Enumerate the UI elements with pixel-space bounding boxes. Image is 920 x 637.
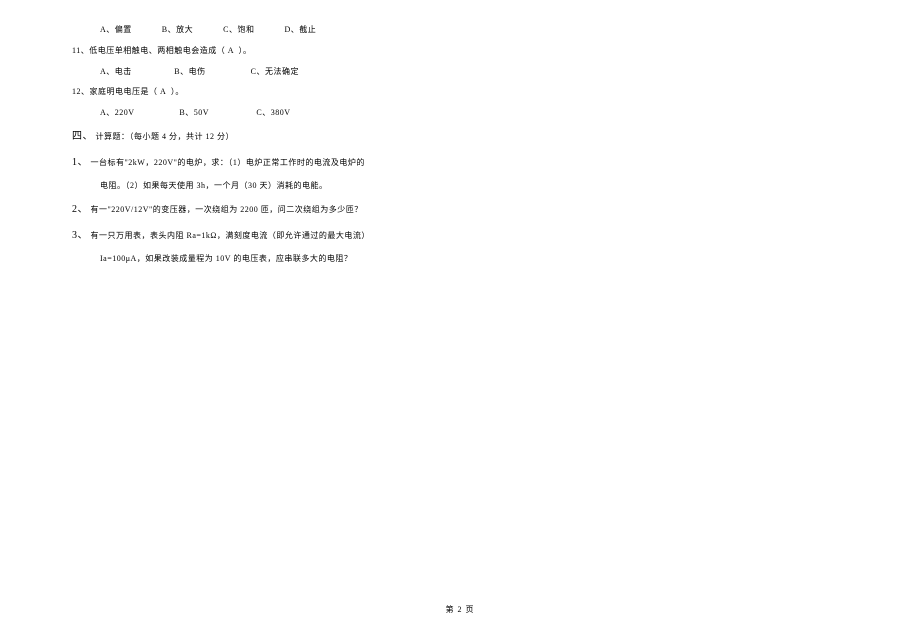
q12-text: 12、家庭明电电压是（ A ）。 [72, 82, 920, 103]
section4-label: 四、 [72, 131, 93, 142]
q1-text: 一台标有"2kW，220V"的电炉，求：（1）电炉正常工作时的电流及电炉的 [88, 158, 365, 167]
calc-q1-cont: 电阻。（2）如果每天使用 3h，一个月（30 天）消耗的电能。 [72, 176, 920, 197]
q2-num: 2、 [72, 204, 88, 215]
section4: 四、 计算题：（每小题 4 分，共计 12 分） [72, 124, 920, 150]
calc-q2: 2、 有一"220V/12V"的变压器，一次绕组为 2200 匝，问二次绕组为多… [72, 197, 920, 223]
q1-num: 1、 [72, 157, 88, 168]
section4-text: 计算题：（每小题 4 分，共计 12 分） [93, 132, 234, 141]
calc-q1: 1、 一台标有"2kW，220V"的电炉，求：（1）电炉正常工作时的电流及电炉的 [72, 150, 920, 176]
q10-options: A、偏置 B、放大 C、饱和 D、截止 [72, 20, 920, 41]
calc-q3: 3、 有一只万用表，表头内阻 Ra=1kΩ，满刻度电流（即允许通过的最大电流） [72, 223, 920, 249]
q11-options: A、电击 B、电伤 C、无法确定 [72, 62, 920, 83]
q11-text: 11、低电压单相触电、两相触电会造成（ A ）。 [72, 41, 920, 62]
q3-text: 有一只万用表，表头内阻 Ra=1kΩ，满刻度电流（即允许通过的最大电流） [88, 231, 370, 240]
document-content: A、偏置 B、放大 C、饱和 D、截止 11、低电压单相触电、两相触电会造成（ … [72, 20, 920, 270]
calc-q3-cont: Ia=100μA，如果改装成量程为 10V 的电压表，应串联多大的电阻？ [72, 249, 920, 270]
q2-text: 有一"220V/12V"的变压器，一次绕组为 2200 匝，问二次绕组为多少匝？ [88, 205, 363, 214]
q3-num: 3、 [72, 230, 88, 241]
page-footer: 第 2 页 [0, 604, 920, 615]
q12-options: A、220V B、50V C、380V [72, 103, 920, 124]
